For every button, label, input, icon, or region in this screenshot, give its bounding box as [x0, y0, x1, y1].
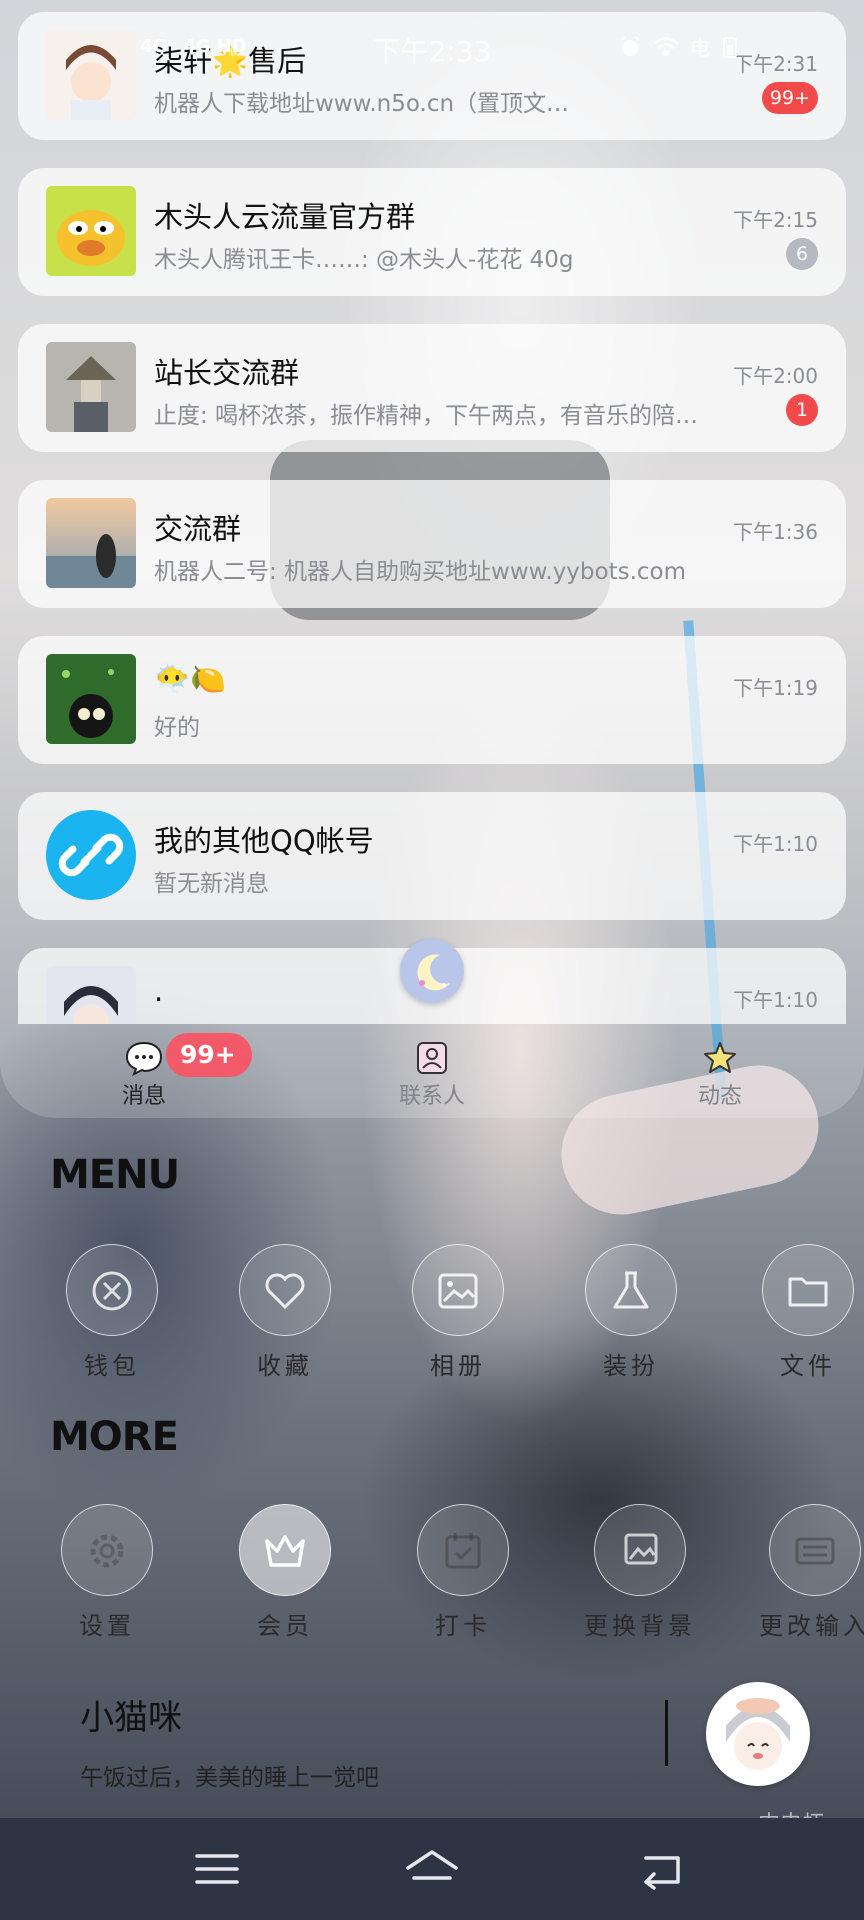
pet-name: 小猫咪	[80, 1698, 182, 1738]
unread-total-badge: 99+	[166, 1033, 252, 1077]
chat-preview: 好的	[154, 715, 200, 741]
chat-time: 下午2:15	[733, 208, 818, 232]
home-icon[interactable]	[402, 1844, 462, 1894]
chat-panel: 柒轩🌟售后 机器人下载地址www.n5o.cn（置顶文… 下午2:31 99+ …	[0, 0, 864, 1118]
status-bar: 4G⁺ 4G HD 下午2:33 电	[0, 28, 864, 72]
more-item-label: 更改输入	[759, 1612, 864, 1640]
menu-item-wallet[interactable]: 钱包	[42, 1244, 182, 1381]
more-item-label: 设置	[79, 1612, 135, 1640]
star-icon	[704, 1042, 736, 1073]
more-item-checkin[interactable]: 打卡	[393, 1504, 533, 1641]
chat-name: 😶‍🌫️🍋	[154, 662, 227, 696]
chat-time: 下午2:00	[733, 364, 818, 388]
tab-contacts[interactable]: 联系人	[332, 1024, 532, 1110]
menu-item-decorate[interactable]: 装扮	[561, 1244, 701, 1381]
more-item-change-background[interactable]: 更换背景	[570, 1504, 710, 1641]
pet-message: 午饭过后，美美的睡上一觉吧	[80, 1765, 379, 1791]
chat-time: 下午1:10	[733, 832, 818, 856]
bottom-tab-bar: 消息 联系人 动态	[0, 1024, 864, 1118]
tab-label: 联系人	[398, 1084, 465, 1109]
system-nav-bar	[0, 1818, 864, 1920]
menu-icon[interactable]	[187, 1844, 247, 1894]
chat-time: 下午1:36	[733, 520, 818, 544]
calendar-icon	[417, 1504, 509, 1596]
avatar	[46, 654, 136, 744]
pet-avatar[interactable]	[706, 1682, 810, 1786]
chat-preview: 木头人腾讯王卡……: @木头人-花花 40g	[154, 247, 574, 273]
chat-name: .	[154, 974, 164, 1008]
menu-item-label: 钱包	[84, 1352, 140, 1380]
menu-item-label: 相册	[430, 1352, 486, 1380]
gear-icon	[61, 1504, 153, 1596]
menu-item-label: 收藏	[257, 1352, 313, 1380]
status-right-icons: 电	[618, 32, 740, 61]
wifi-icon	[653, 36, 679, 56]
more-item-label: 打卡	[435, 1612, 491, 1640]
crown-icon	[239, 1504, 331, 1596]
back-icon[interactable]	[632, 1844, 692, 1894]
avatar	[46, 966, 136, 1024]
chat-item[interactable]: 我的其他QQ帐号 暂无新消息 下午1:10	[18, 792, 846, 920]
chat-item[interactable]: 😶‍🌫️🍋 好的 下午1:19	[18, 636, 846, 764]
avatar	[46, 342, 136, 432]
alarm-icon	[620, 35, 640, 56]
avatar	[46, 498, 136, 588]
chat-time: 下午1:10	[733, 988, 818, 1012]
menu-item-favorites[interactable]: 收藏	[215, 1244, 355, 1381]
chat-item[interactable]: 站长交流群 止度: 喝杯浓茶，振作精神，下午两点，有音乐的陪… 下午2:00 1	[18, 324, 846, 452]
chat-name: 木头人云流量官方群	[154, 200, 416, 234]
chat-preview: 止度: 喝杯浓茶，振作精神，下午两点，有音乐的陪…	[154, 403, 699, 429]
folder-icon	[762, 1244, 854, 1336]
chat-preview: 机器人下载地址www.n5o.cn（置顶文…	[154, 91, 570, 117]
chat-item[interactable]: 木头人云流量官方群 木头人腾讯王卡……: @木头人-花花 40g 下午2:15 …	[18, 168, 846, 296]
heart-icon	[239, 1244, 331, 1336]
more-item-label: 会员	[257, 1612, 313, 1640]
battery-label: 电	[690, 36, 710, 60]
unread-badge: 1	[786, 394, 818, 426]
photo-icon	[412, 1244, 504, 1336]
flask-icon	[585, 1244, 677, 1336]
wallet-icon	[66, 1244, 158, 1336]
chat-name: 我的其他QQ帐号	[154, 824, 374, 858]
chat-preview: 暂无新消息	[154, 871, 269, 897]
tab-label: 动态	[697, 1084, 742, 1109]
menu-item-label: 文件	[780, 1352, 836, 1380]
chat-name: 站长交流群	[154, 356, 300, 390]
menu-item-files[interactable]: 文件	[738, 1244, 864, 1381]
menu-item-label: 装扮	[603, 1352, 659, 1380]
more-item-label: 更换背景	[584, 1612, 696, 1640]
image-icon	[594, 1504, 686, 1596]
unread-badge: 99+	[761, 82, 818, 114]
more-section-title: MORE	[50, 1414, 179, 1460]
contacts-icon	[417, 1042, 447, 1074]
battery-icon	[723, 36, 737, 58]
tab-feed[interactable]: 动态	[620, 1024, 820, 1110]
menu-section-title: MENU	[50, 1152, 180, 1198]
chat-time: 下午1:19	[733, 676, 818, 700]
menu-item-album[interactable]: 相册	[388, 1244, 528, 1381]
chat-bubble-icon	[125, 1041, 163, 1076]
more-item-vip[interactable]: 会员	[215, 1504, 355, 1641]
chat-list[interactable]: 柒轩🌟售后 机器人下载地址www.n5o.cn（置顶文… 下午2:31 99+ …	[18, 12, 846, 1024]
tab-label: 消息	[121, 1084, 166, 1109]
avatar	[46, 186, 136, 276]
chat-preview: 机器人二号: 机器人自助购买地址www.yybots.com	[154, 559, 687, 585]
more-item-settings[interactable]: 设置	[37, 1504, 177, 1641]
keyboard-icon	[769, 1504, 861, 1596]
link-icon	[46, 810, 136, 900]
moon-float-button[interactable]	[400, 939, 464, 1003]
chat-item[interactable]: 交流群 机器人二号: 机器人自助购买地址www.yybots.com 下午1:3…	[18, 480, 846, 608]
text-cursor	[665, 1700, 668, 1766]
unread-badge: 6	[786, 238, 818, 270]
more-item-change-input[interactable]: 更改输入	[745, 1504, 864, 1641]
chat-name: 交流群	[154, 512, 242, 546]
